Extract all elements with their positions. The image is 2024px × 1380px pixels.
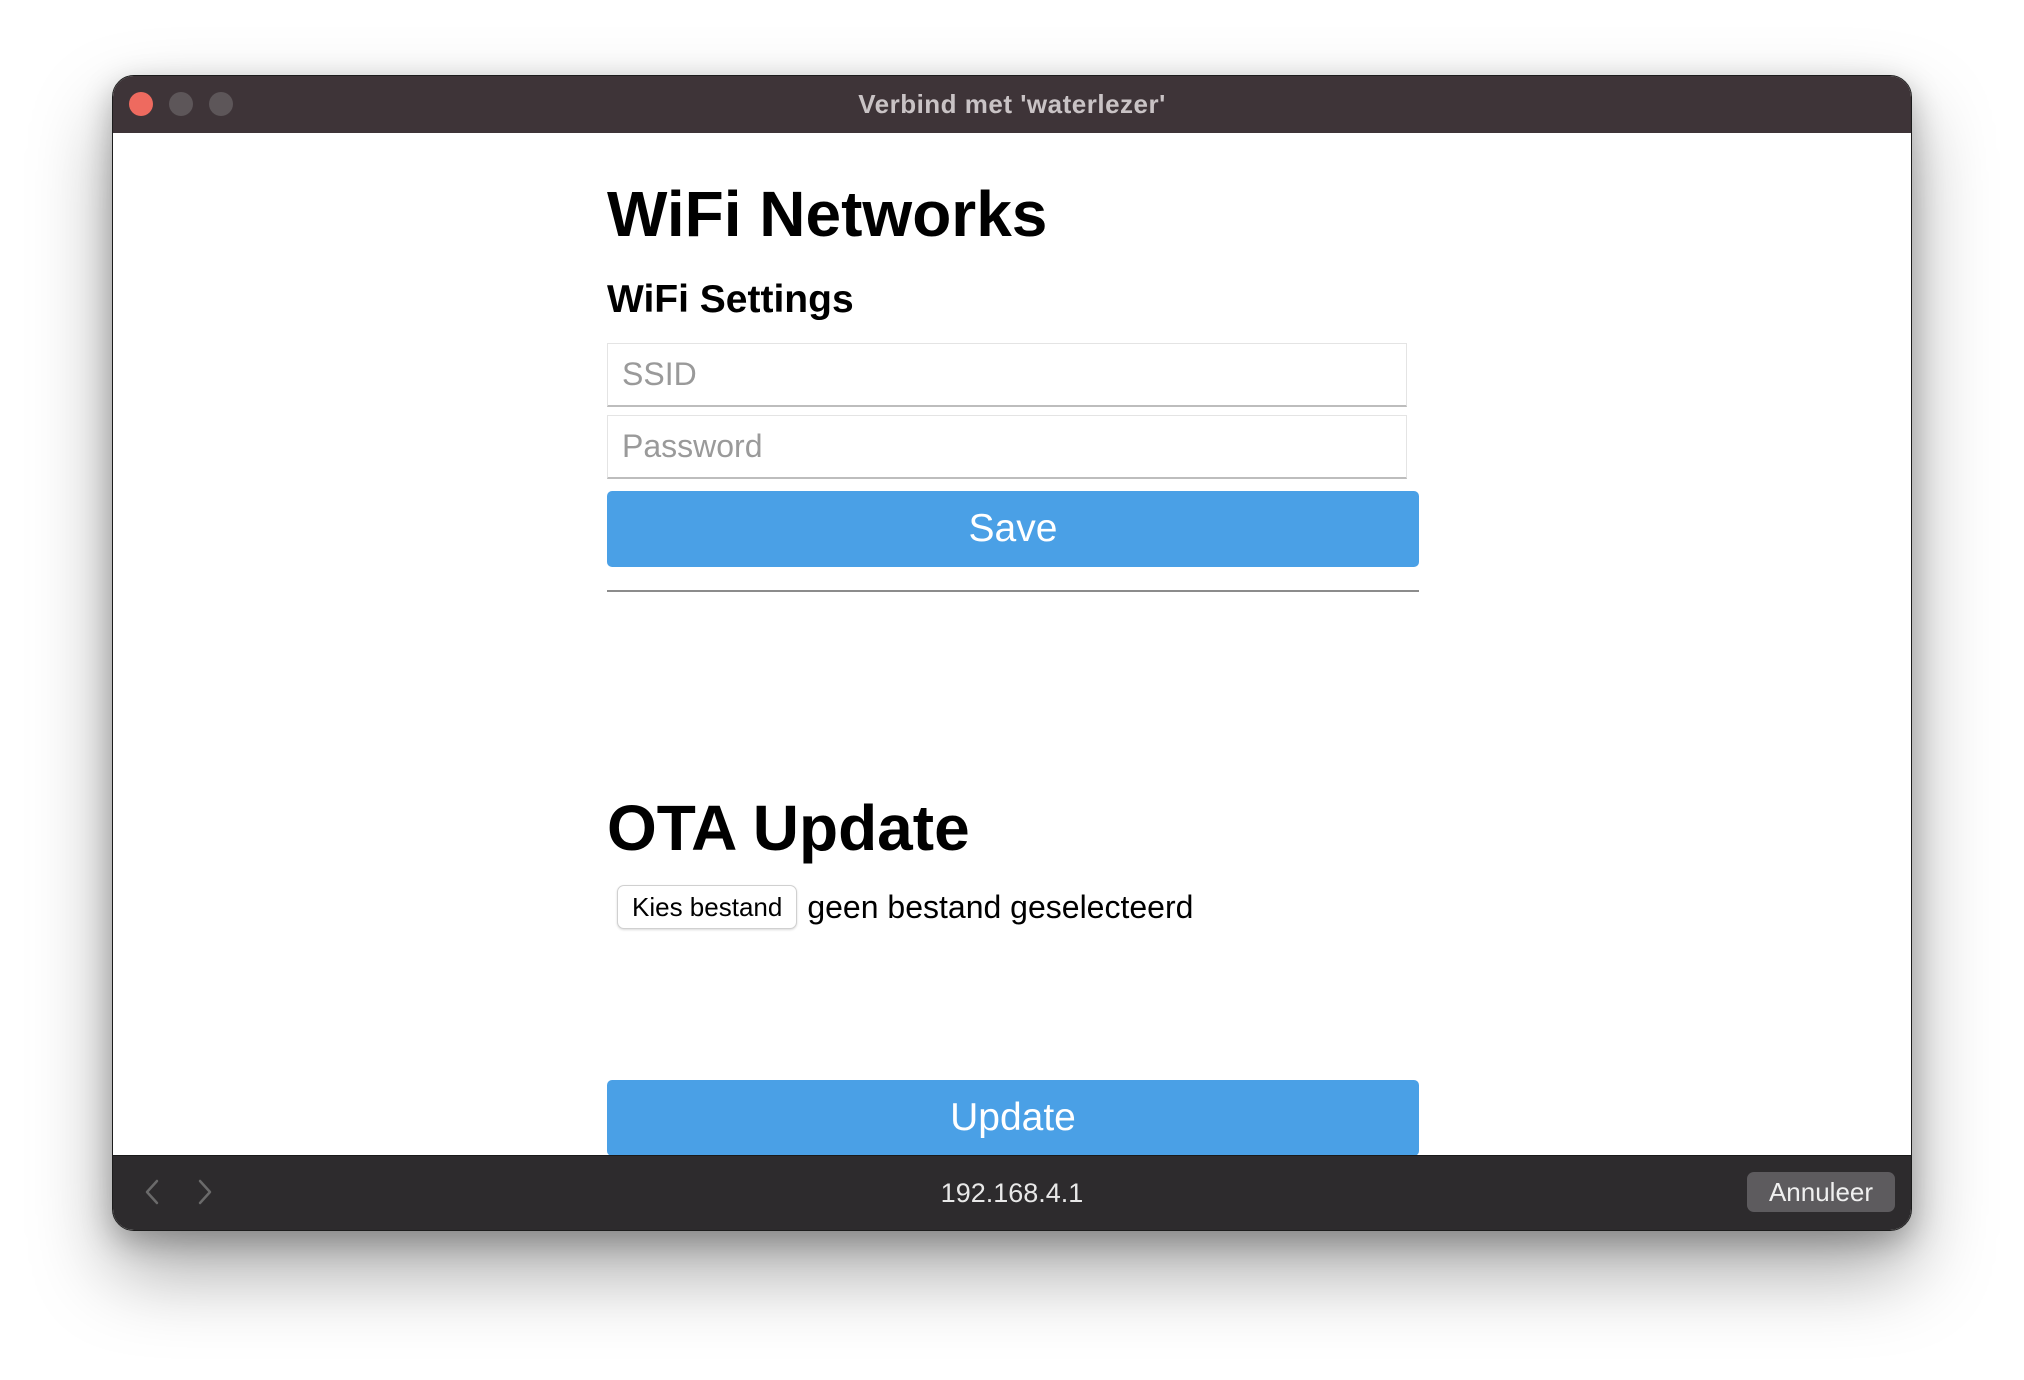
choose-file-button[interactable]: Kies bestand bbox=[617, 885, 798, 929]
close-window-button[interactable] bbox=[129, 92, 153, 116]
wifi-settings-heading: WiFi Settings bbox=[607, 278, 854, 321]
file-status-text: geen bestand geselecteerd bbox=[807, 888, 1194, 925]
wifi-networks-heading: WiFi Networks bbox=[607, 178, 1048, 250]
file-chooser: Kies bestand geen bestand geselecteerd bbox=[617, 885, 1193, 929]
url-label: 192.168.4.1 bbox=[940, 1178, 1084, 1208]
bottom-bar: 192.168.4.1 Annuleer bbox=[113, 1155, 1911, 1230]
window-title: Verbind met 'waterlezer' bbox=[858, 89, 1166, 119]
section-divider bbox=[607, 590, 1419, 592]
cancel-button[interactable]: Annuleer bbox=[1747, 1172, 1895, 1212]
captive-portal-window: Verbind met 'waterlezer' WiFi Networks W… bbox=[112, 75, 1912, 1231]
zoom-window-button[interactable] bbox=[209, 92, 233, 116]
ssid-input[interactable] bbox=[607, 343, 1407, 407]
page-content: WiFi Networks WiFi Settings Save OTA Upd… bbox=[113, 133, 1911, 1157]
ota-update-heading: OTA Update bbox=[607, 792, 970, 864]
title-bar: Verbind met 'waterlezer' bbox=[113, 76, 1911, 133]
minimize-window-button[interactable] bbox=[169, 92, 193, 116]
update-button[interactable]: Update bbox=[607, 1080, 1419, 1156]
save-button[interactable]: Save bbox=[607, 491, 1419, 567]
password-input[interactable] bbox=[607, 415, 1407, 479]
window-controls bbox=[129, 92, 233, 116]
